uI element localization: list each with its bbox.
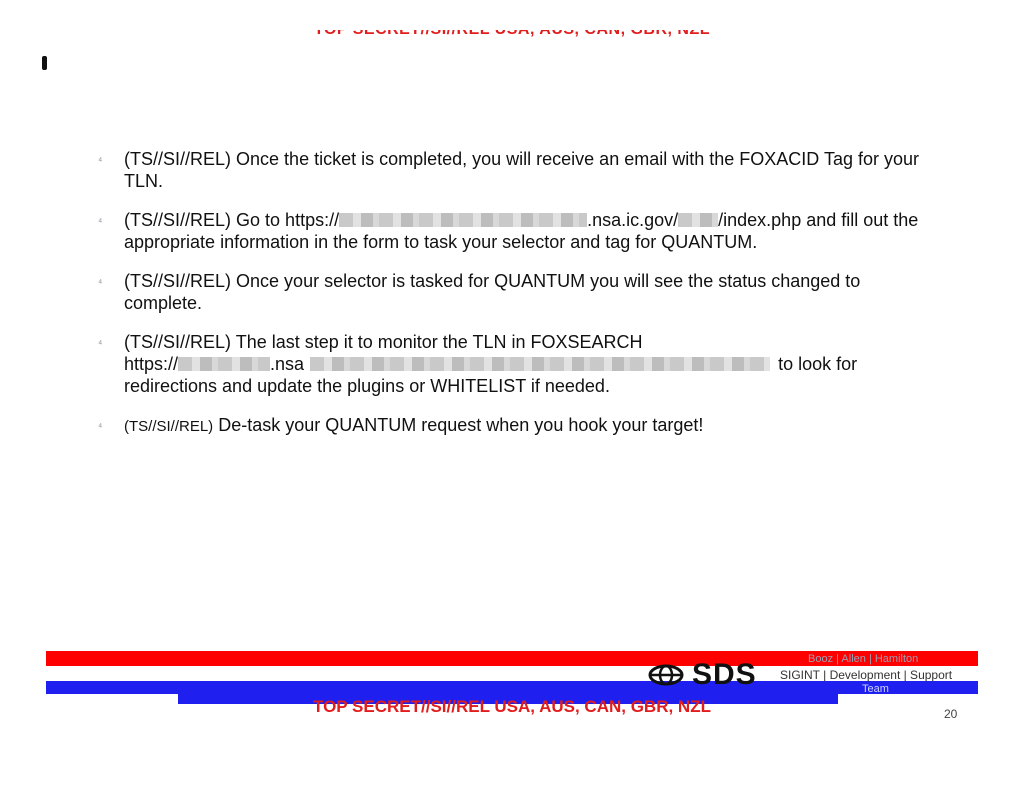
bullet-text-part: .nsa.ic.gov/ (587, 210, 679, 230)
team-label: Team (862, 683, 889, 695)
bullet-item: ⁴ (TS//SI//REL) Once the ticket is compl… (96, 148, 936, 192)
bullet-marker-icon: ⁴ (98, 156, 103, 167)
bullet-item: ⁴ (TS//SI//REL) The last step it to moni… (96, 331, 936, 397)
redacted-block (678, 213, 719, 227)
bullet-marker-icon: ⁴ (98, 278, 103, 289)
page-edge-mark (42, 56, 47, 70)
bullet-classification: (TS//SI//REL) (124, 149, 232, 169)
bullet-classification: (TS//SI//REL) (124, 418, 214, 435)
bullet-text: Once your selector is tasked for QUANTUM… (124, 271, 861, 313)
bullet-text: Once the ticket is completed, you will r… (124, 149, 919, 191)
bullet-item: ⁴ (TS//SI//REL) Once your selector is ta… (96, 270, 936, 314)
redacted-block (178, 357, 271, 371)
redacted-block (310, 357, 771, 371)
bullet-marker-icon: ⁴ (98, 422, 103, 433)
bullet-text-part: https:// (124, 354, 179, 374)
bullet-classification: (TS//SI//REL) (124, 332, 232, 352)
footer-classification-text: TOP SECRET//SI//REL USA, AUS, CAN, GBR, … (313, 697, 711, 716)
bullet-classification: (TS//SI//REL) (124, 210, 232, 230)
footer-blue-stripe (46, 681, 978, 694)
redacted-block (339, 213, 588, 227)
bullet-text-part: Go to https:// (236, 210, 340, 230)
bullet-text-part: .nsa (270, 354, 305, 374)
header-classification-banner: TOP SECRET//SI//REL USA, AUS, CAN, GBR, … (0, 30, 1024, 50)
page-number: 20 (944, 707, 958, 721)
header-classification-text: TOP SECRET//SI//REL USA, AUS, CAN, GBR, … (314, 30, 710, 40)
globe-logo-icon (648, 664, 684, 686)
bullet-text-part: The last step it to monitor the TLN in F… (235, 332, 643, 352)
footer-classification-banner: TOP SECRET//SI//REL USA, AUS, CAN, GBR, … (0, 696, 1024, 718)
bullet-marker-icon: ⁴ (98, 339, 103, 350)
bullet-marker-icon: ⁴ (98, 217, 103, 228)
bullet-text: De-task your QUANTUM request when you ho… (218, 415, 704, 435)
sds-tagline: SIGINT | Development | Support (780, 668, 953, 682)
bullet-item: ⁴ (TS//SI//REL) Go to https:// .nsa.ic.go… (96, 209, 936, 253)
bullet-classification: (TS//SI//REL) (124, 271, 232, 291)
bullet-item: ⁴ (TS//SI//REL) De-task your QUANTUM req… (96, 414, 936, 438)
sds-logo-block: SDS (648, 658, 757, 691)
company-name: Booz | Allen | Hamilton (808, 653, 919, 665)
bullet-list: ⁴ (TS//SI//REL) Once the ticket is compl… (96, 148, 936, 455)
sds-logo-text: SDS (692, 658, 757, 691)
